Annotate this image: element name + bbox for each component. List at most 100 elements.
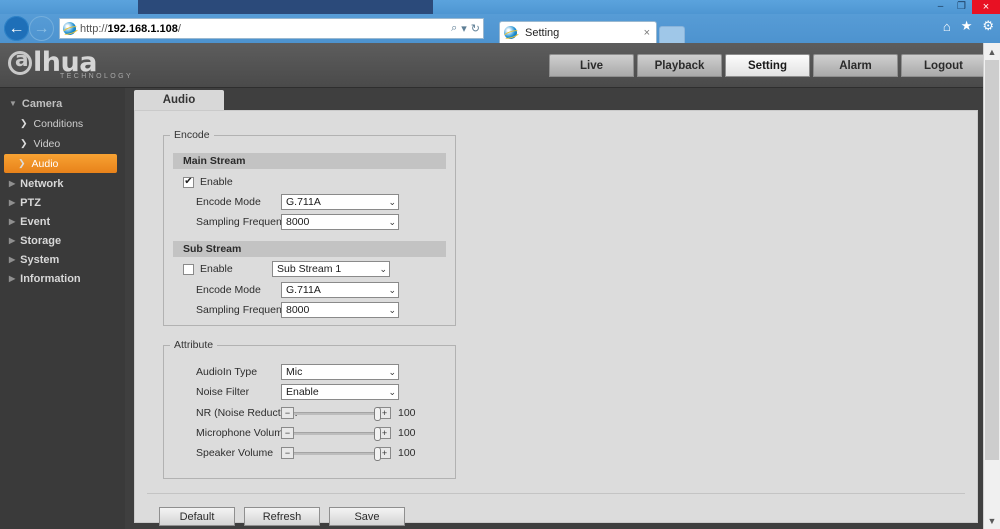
sidebar-item-label: Conditions (33, 117, 84, 130)
new-tab-button[interactable] (659, 26, 685, 43)
close-window-button[interactable]: × (972, 0, 1000, 14)
nav-live[interactable]: Live (549, 54, 634, 77)
sub-stream-select[interactable]: Sub Stream 1 ⌄ (272, 261, 390, 277)
gear-icon[interactable]: ⚙ (982, 18, 994, 34)
tab-setting[interactable]: Setting × (499, 21, 657, 43)
nr-decrease-button[interactable]: − (281, 407, 294, 419)
sidebar-item-event[interactable]: ▶ Event (0, 212, 125, 231)
encode-legend: Encode (174, 129, 210, 141)
refresh-button[interactable]: Refresh (244, 507, 320, 526)
noise-filter-row: Noise Filter Enable ⌄ (196, 384, 399, 400)
chevron-down-icon: ⌄ (388, 386, 396, 397)
sidebar-item-audio[interactable]: ❯ Audio (4, 154, 117, 173)
main-encode-mode-row: Encode Mode G.711A ⌄ (196, 194, 399, 210)
scrollbar-thumb[interactable] (985, 60, 999, 460)
favorites-star-icon[interactable]: ★ (961, 18, 973, 34)
sidebar-item-label: Audio (31, 157, 59, 170)
refresh-icon[interactable]: ↻ (471, 22, 480, 35)
sidebar-item-network[interactable]: ▶ Network (0, 174, 125, 193)
title-bar-accent (138, 0, 433, 14)
mic-volume-decrease-button[interactable]: − (281, 427, 294, 439)
content-tab-row: Audio (125, 88, 1000, 110)
action-button-row: Default Refresh Save (159, 507, 405, 526)
speaker-volume-track[interactable] (294, 446, 381, 461)
sidebar-group-camera[interactable]: ▼ Camera (0, 94, 125, 113)
url-text: http://192.168.1.108/ (80, 23, 451, 35)
address-bar[interactable]: http://192.168.1.108/ ⌕ ▾ ↻ (59, 18, 484, 39)
browser-window: – ❐ × ← → http://192.168.1.108/ ⌕ ▾ ↻ Se… (0, 0, 1000, 529)
tab-title: Setting (525, 26, 560, 39)
sub-stream-enable-row: Enable Sub Stream 1 ⌄ (183, 261, 390, 277)
chevron-down-icon: ⌄ (388, 366, 396, 377)
nr-slider-row: NR (Noise Reductio... − + 100 (196, 405, 416, 421)
caret-right-icon: ▶ (9, 274, 16, 283)
mic-volume-track[interactable] (294, 426, 381, 441)
forward-arrow-icon[interactable]: → (29, 16, 54, 41)
audioin-type-select[interactable]: Mic ⌄ (281, 364, 399, 380)
sub-sampling-row: Sampling Frequency 8000 ⌄ (196, 302, 399, 318)
caret-right-icon: ▶ (9, 179, 16, 188)
main-stream-heading: Main Stream (173, 153, 446, 169)
attribute-group: Attribute AudioIn Type Mic ⌄ Noise Filte… (163, 339, 456, 479)
sidebar-item-information[interactable]: ▶ Information (0, 269, 125, 288)
mic-volume-label: Microphone Volume (196, 427, 289, 439)
close-icon[interactable]: × (642, 27, 652, 39)
noise-filter-select[interactable]: Enable ⌄ (281, 384, 399, 400)
chevron-down-icon: ⌄ (388, 216, 396, 227)
main-encode-mode-value: G.711A (286, 196, 321, 208)
sidebar-item-system[interactable]: ▶ System (0, 250, 125, 269)
home-icon[interactable]: ⌂ (943, 19, 951, 34)
sub-sampling-select[interactable]: 8000 ⌄ (281, 302, 399, 318)
sidebar: ▼ Camera ❯ Conditions ❯ Video ❯ Audio ▶ (0, 88, 125, 529)
nr-slider-thumb[interactable] (374, 406, 381, 421)
tab-audio[interactable]: Audio (134, 90, 224, 110)
browser-navbar: ← → http://192.168.1.108/ ⌕ ▾ ↻ Setting … (0, 14, 1000, 43)
sidebar-item-ptz[interactable]: ▶ PTZ (0, 193, 125, 212)
search-icon[interactable]: ⌕ (451, 22, 457, 35)
sub-stream-select-value: Sub Stream 1 (277, 263, 342, 275)
sidebar-item-label: Video (33, 137, 61, 150)
scroll-down-icon[interactable]: ▼ (984, 512, 1000, 529)
tab-strip: Setting × (499, 21, 685, 43)
sidebar-item-label: PTZ (20, 196, 41, 209)
main-stream-enable-checkbox[interactable]: ✔ (183, 176, 194, 188)
sub-stream-enable-checkbox[interactable] (183, 263, 194, 275)
save-button[interactable]: Save (329, 507, 405, 526)
main-encode-mode-select[interactable]: G.711A ⌄ (281, 194, 399, 210)
browser-tool-icons: ⌂ ★ ⚙ (943, 18, 994, 34)
nav-logout[interactable]: Logout (901, 54, 986, 77)
speaker-volume-label: Speaker Volume (196, 447, 274, 459)
main-sampling-select[interactable]: 8000 ⌄ (281, 214, 399, 230)
sidebar-item-storage[interactable]: ▶ Storage (0, 231, 125, 250)
address-bar-actions: ⌕ ▾ ↻ (451, 22, 480, 35)
attribute-legend: Attribute (174, 339, 214, 351)
chevron-down-icon[interactable]: ▾ (461, 22, 467, 35)
sidebar-item-label: System (20, 253, 60, 266)
main-sampling-value: 8000 (286, 216, 310, 228)
main-stream-enable-row[interactable]: ✔ Enable (183, 174, 233, 190)
default-button[interactable]: Default (159, 507, 235, 526)
back-arrow-icon[interactable]: ← (4, 16, 29, 41)
sub-encode-mode-select[interactable]: G.711A ⌄ (281, 282, 399, 298)
nav-alarm[interactable]: Alarm (813, 54, 898, 77)
scroll-up-icon[interactable]: ▲ (984, 43, 1000, 60)
ie-favicon-icon (63, 22, 76, 35)
nr-slider-value: 100 (398, 407, 416, 419)
sidebar-item-label: Event (20, 215, 51, 228)
mic-volume-slider-row: Microphone Volume − + 100 (196, 425, 416, 441)
speaker-volume-decrease-button[interactable]: − (281, 447, 294, 459)
minimize-button[interactable]: – (930, 0, 951, 14)
vertical-scrollbar[interactable]: ▲ ▼ (983, 43, 1000, 529)
nr-slider-track[interactable] (294, 406, 381, 421)
url-host: 192.168.1.108 (107, 22, 178, 35)
nav-setting[interactable]: Setting (725, 54, 810, 77)
mic-volume-thumb[interactable] (374, 426, 381, 441)
sidebar-item-video[interactable]: ❯ Video (2, 134, 123, 153)
sidebar-item-conditions[interactable]: ❯ Conditions (2, 114, 123, 133)
speaker-volume-thumb[interactable] (374, 446, 381, 461)
maximize-button[interactable]: ❐ (951, 0, 972, 14)
settings-panel: Encode Main Stream ✔ Enable Encode Mode … (134, 110, 978, 526)
audioin-type-value: Mic (286, 366, 303, 378)
sidebar-item-label: Information (20, 272, 81, 285)
nav-playback[interactable]: Playback (637, 54, 722, 77)
